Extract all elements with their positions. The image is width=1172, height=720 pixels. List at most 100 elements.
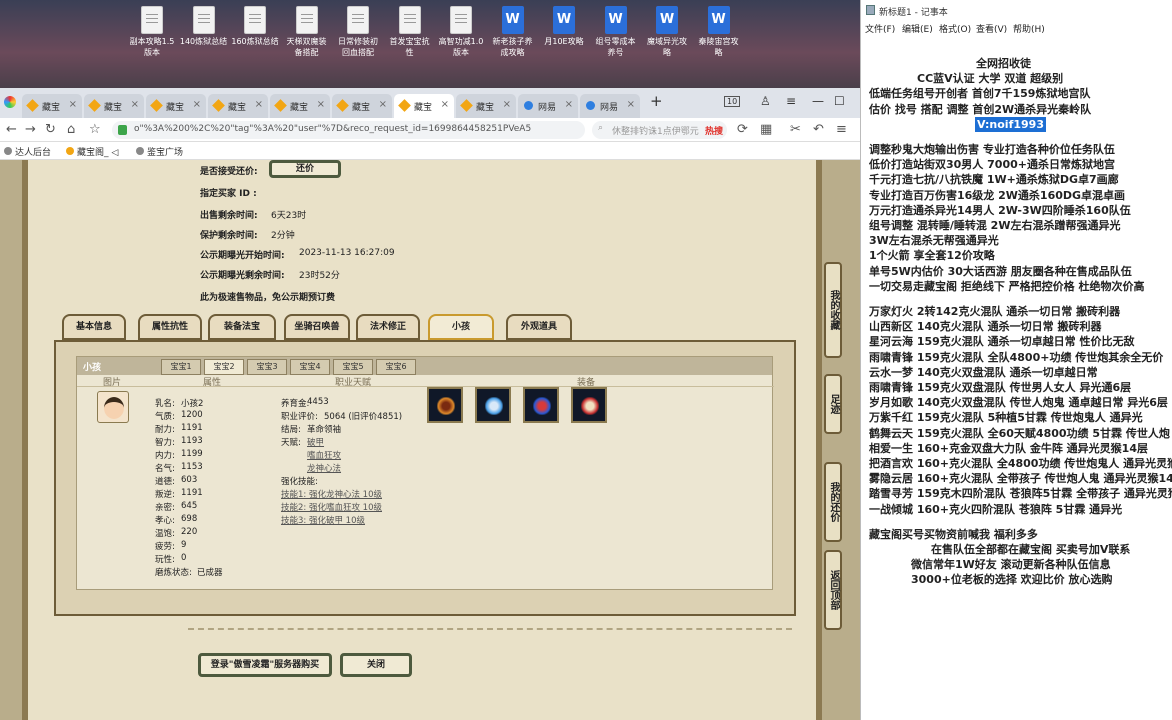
- stat-label: 道德:: [155, 477, 175, 487]
- bargain-button[interactable]: 还价: [269, 160, 341, 178]
- maximize-button[interactable]: ☐: [834, 94, 845, 108]
- equip-slot[interactable]: [571, 387, 607, 423]
- close-button[interactable]: 关闭: [340, 653, 412, 677]
- browser-tab[interactable]: 藏宝 ×: [456, 94, 516, 118]
- browser-tab[interactable]: 藏宝 ×: [84, 94, 144, 118]
- notepad-menu-item[interactable]: 文件(F): [865, 22, 895, 35]
- menu-icon[interactable]: ≡: [836, 122, 847, 137]
- equip-slot[interactable]: [427, 387, 463, 423]
- side-button[interactable]: 足迹: [824, 374, 842, 434]
- browser-tab[interactable]: 藏宝 ×: [394, 94, 454, 118]
- stat-label: 乳名:: [155, 399, 175, 409]
- desktop-icon[interactable]: 高智功减1.0 版本: [435, 6, 487, 58]
- skill-link[interactable]: 技能2: 强化嗜血狂攻 10级: [281, 501, 382, 513]
- desktop-icon[interactable]: 首发宝宝抗 性: [384, 6, 436, 58]
- tab-close-icon[interactable]: ×: [193, 99, 201, 110]
- desktop-icon[interactable]: W 组号零成本 养号: [590, 6, 642, 58]
- login-server-button[interactable]: 登录"傲雪凌霜"服务器购买: [198, 653, 332, 677]
- back-icon[interactable]: ←: [6, 122, 17, 137]
- tab-outfit[interactable]: 外观道具: [506, 314, 572, 340]
- contact-line-selected: V:noif1993: [975, 116, 1046, 133]
- equip-slot[interactable]: [523, 387, 559, 423]
- child-subtab[interactable]: 宝宝1: [161, 359, 201, 375]
- shirt-icon[interactable]: ♙: [760, 94, 771, 108]
- side-button[interactable]: 我的还价: [824, 462, 842, 542]
- child-subtab[interactable]: 宝宝2: [204, 359, 244, 375]
- notepad-line: 一战倾城 160+克火四阶混队 苍狼阵 5甘霖 通异光: [869, 502, 1123, 516]
- tab-close-icon[interactable]: ×: [503, 99, 511, 110]
- search-input[interactable]: ⌕ 休整排钓诛1点伊鄂元 热搜: [592, 121, 727, 139]
- equip-slot[interactable]: [475, 387, 511, 423]
- tab-close-icon[interactable]: ×: [627, 99, 635, 110]
- bookmark-item[interactable]: 藏宝阁_ ◁: [66, 145, 118, 158]
- desktop-icon[interactable]: W 魔域异光攻 略: [641, 6, 693, 58]
- tab-close-icon[interactable]: ×: [69, 99, 77, 110]
- notepad-menu-item[interactable]: 编辑(E): [902, 22, 933, 35]
- browser-tab[interactable]: 网易 ×: [580, 94, 640, 118]
- desktop-icon[interactable]: 天梯双魔装 备搭配: [281, 6, 333, 58]
- public-start-value: 2023-11-13 16:27:09: [299, 248, 395, 258]
- tab-close-icon[interactable]: ×: [131, 99, 139, 110]
- talent-link[interactable]: 嗜血狂攻: [307, 449, 341, 461]
- tab-child[interactable]: 小孩: [428, 314, 494, 340]
- career-value[interactable]: 破甲: [307, 436, 324, 448]
- tab-close-icon[interactable]: ×: [565, 99, 573, 110]
- desktop-icon[interactable]: W 新老孩子养 成攻略: [487, 6, 539, 58]
- home-icon[interactable]: ⌂: [67, 122, 75, 137]
- browser-tab[interactable]: 藏宝 ×: [208, 94, 268, 118]
- child-subtab[interactable]: 宝宝4: [290, 359, 330, 375]
- bookmark-item[interactable]: 鉴宝广场: [136, 145, 183, 158]
- notepad-menu-item[interactable]: 帮助(H): [1013, 22, 1045, 35]
- tab-spell[interactable]: 法术修正: [356, 314, 420, 340]
- skill-link[interactable]: 技能3: 强化破甲 10级: [281, 514, 365, 526]
- undo-icon[interactable]: ↶: [813, 122, 824, 137]
- tab-close-icon[interactable]: ×: [255, 99, 263, 110]
- desktop-icon[interactable]: W 月10E攻略: [538, 6, 590, 47]
- apps-grid-icon[interactable]: ▦: [760, 122, 772, 137]
- child-subtab[interactable]: 宝宝6: [376, 359, 416, 375]
- child-subtab[interactable]: 宝宝3: [247, 359, 287, 375]
- desktop-icon[interactable]: 140炼狱总结: [178, 6, 230, 47]
- bookmark-item[interactable]: 达人后台: [4, 145, 51, 158]
- browser-tab[interactable]: 藏宝 ×: [22, 94, 82, 118]
- hot-search-label[interactable]: 热搜: [705, 124, 723, 137]
- tab-resist[interactable]: 属性抗性: [138, 314, 202, 340]
- desktop-icon[interactable]: 副本攻略1.5 版本: [126, 6, 178, 58]
- menu-icon[interactable]: ≡: [786, 94, 796, 108]
- side-button[interactable]: 返回顶部: [824, 550, 842, 630]
- child-subtab[interactable]: 宝宝5: [333, 359, 373, 375]
- tab-mount[interactable]: 坐骑召唤兽: [284, 314, 350, 340]
- career-value: 革命领袖: [307, 425, 342, 435]
- desktop-icon[interactable]: 160炼狱总结: [229, 6, 281, 47]
- text-file-icon: [347, 6, 369, 34]
- tab-count-badge[interactable]: 10: [724, 96, 741, 107]
- minimize-button[interactable]: —: [812, 94, 824, 108]
- tab-basic[interactable]: 基本信息: [62, 314, 126, 340]
- browser-tab[interactable]: 网易 ×: [518, 94, 578, 118]
- bookmark-star-icon[interactable]: ☆: [89, 122, 101, 137]
- url-input[interactable]: o"%3A%200%2C%20"tag"%3A%20"user"%7D&reco…: [112, 121, 585, 139]
- new-tab-button[interactable]: +: [650, 92, 663, 110]
- protect-label: 保护剩余时间:: [200, 231, 258, 241]
- browser-tab[interactable]: 藏宝 ×: [270, 94, 330, 118]
- notepad-menu-item[interactable]: 格式(O): [939, 22, 971, 35]
- desktop-icon[interactable]: 日常修装初 回血搭配: [332, 6, 384, 58]
- side-button[interactable]: 我的收藏: [824, 262, 842, 358]
- notepad-text-area[interactable]: 全网招收徒 CC蓝V认证 大学 双道 超级别 低端任务组号开创者 首创7千159炼狱…: [861, 40, 1172, 720]
- tab-close-icon[interactable]: ×: [379, 99, 387, 110]
- skill-link[interactable]: 技能1: 强化龙神心法 10级: [281, 488, 382, 500]
- refresh-icon[interactable]: ↻: [45, 122, 56, 137]
- desktop-icon[interactable]: W 秦陵宙宫攻 略: [693, 6, 745, 58]
- talent-link[interactable]: 龙神心法: [307, 462, 341, 474]
- extension-icon[interactable]: ⟳: [737, 122, 748, 137]
- tab-close-icon[interactable]: ×: [317, 99, 325, 110]
- stat-label: 温饱:: [155, 529, 175, 539]
- tab-close-icon[interactable]: ×: [441, 99, 449, 110]
- browser-tab[interactable]: 藏宝 ×: [332, 94, 392, 118]
- scissors-icon[interactable]: ✂: [790, 122, 801, 137]
- notepad-menu-item[interactable]: 查看(V): [976, 22, 1007, 35]
- browser-tab[interactable]: 藏宝 ×: [146, 94, 206, 118]
- tab-equip[interactable]: 装备法宝: [208, 314, 276, 340]
- forward-icon[interactable]: →: [25, 122, 36, 137]
- child-avatar[interactable]: [97, 391, 129, 423]
